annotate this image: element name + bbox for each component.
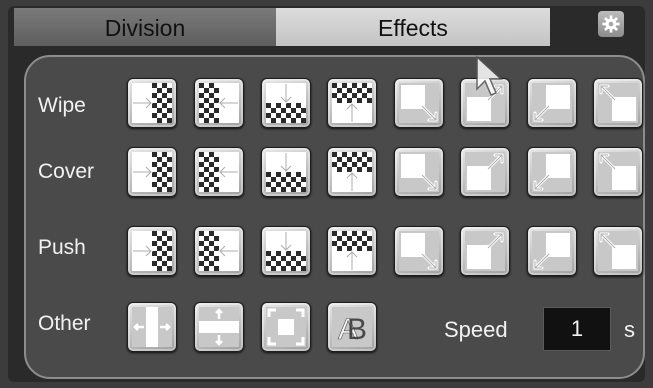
cover-bottom-left-button[interactable]	[527, 147, 577, 197]
wipe-bottom-right-icon	[399, 83, 439, 123]
cover-top-left-icon	[598, 152, 638, 192]
wipe-top-left-button[interactable]	[593, 78, 643, 128]
zoom-center-button[interactable]	[261, 302, 311, 352]
cover-up-icon	[332, 152, 372, 192]
push-bottom-left-icon	[532, 231, 572, 271]
push-left-icon	[132, 231, 172, 271]
crossfade-ab-button[interactable]: A B	[327, 302, 377, 352]
wipe-bottom-right-button[interactable]	[394, 78, 444, 128]
crossfade-icon: A B	[332, 307, 372, 347]
cover-bottom-left-icon	[532, 152, 572, 192]
row-label-other: Other	[38, 312, 91, 335]
gear-icon	[602, 15, 620, 33]
wipe-up-icon	[332, 83, 372, 123]
wipe-up-button[interactable]	[327, 78, 377, 128]
mouse-cursor-icon	[476, 55, 503, 96]
wipe-right-icon	[199, 83, 239, 123]
push-top-left-icon	[598, 231, 638, 271]
push-left-button[interactable]	[127, 226, 177, 276]
push-right-icon	[199, 231, 239, 271]
speed-label: Speed	[444, 317, 508, 342]
push-top-right-icon	[465, 231, 505, 271]
cover-right-button[interactable]	[194, 147, 244, 197]
svg-text:B: B	[347, 313, 367, 346]
wipe-down-button[interactable]	[261, 78, 311, 128]
push-down-icon	[266, 231, 306, 271]
row-label-wipe: Wipe	[38, 94, 86, 117]
cover-top-right-button[interactable]	[460, 147, 510, 197]
push-up-icon	[332, 231, 372, 271]
wipe-bottom-left-icon	[532, 83, 572, 123]
wipe-down-icon	[266, 83, 306, 123]
split-horizontal-icon	[132, 307, 172, 347]
zoom-center-icon	[266, 307, 306, 347]
row-label-cover: Cover	[38, 160, 95, 183]
cover-right-icon	[199, 152, 239, 192]
speed-unit-label: s	[624, 317, 635, 342]
tab-division[interactable]: Division	[14, 8, 276, 46]
push-top-right-button[interactable]	[460, 226, 510, 276]
cover-down-button[interactable]	[261, 147, 311, 197]
push-up-button[interactable]	[327, 226, 377, 276]
wipe-bottom-left-button[interactable]	[527, 78, 577, 128]
push-top-left-button[interactable]	[593, 226, 643, 276]
split-vertical-button[interactable]	[194, 302, 244, 352]
wipe-right-button[interactable]	[194, 78, 244, 128]
cover-bottom-right-icon	[399, 152, 439, 192]
tab-effects[interactable]: Effects	[276, 8, 550, 46]
cover-top-right-icon	[465, 152, 505, 192]
cover-bottom-right-button[interactable]	[394, 147, 444, 197]
push-bottom-left-button[interactable]	[527, 226, 577, 276]
split-vertical-icon	[199, 307, 239, 347]
cover-top-left-button[interactable]	[593, 147, 643, 197]
tab-bar: Division Effects	[14, 8, 550, 46]
push-bottom-right-icon	[399, 231, 439, 271]
push-bottom-right-button[interactable]	[394, 226, 444, 276]
push-right-button[interactable]	[194, 226, 244, 276]
cover-up-button[interactable]	[327, 147, 377, 197]
split-horizontal-button[interactable]	[127, 302, 177, 352]
push-down-button[interactable]	[261, 226, 311, 276]
cover-left-button[interactable]	[127, 147, 177, 197]
wipe-left-button[interactable]	[127, 78, 177, 128]
cover-down-icon	[266, 152, 306, 192]
cover-left-icon	[132, 152, 172, 192]
row-label-push: Push	[38, 236, 86, 259]
wipe-top-left-icon	[598, 83, 638, 123]
wipe-left-icon	[132, 83, 172, 123]
speed-input[interactable]	[543, 307, 611, 351]
settings-button[interactable]	[598, 11, 624, 37]
